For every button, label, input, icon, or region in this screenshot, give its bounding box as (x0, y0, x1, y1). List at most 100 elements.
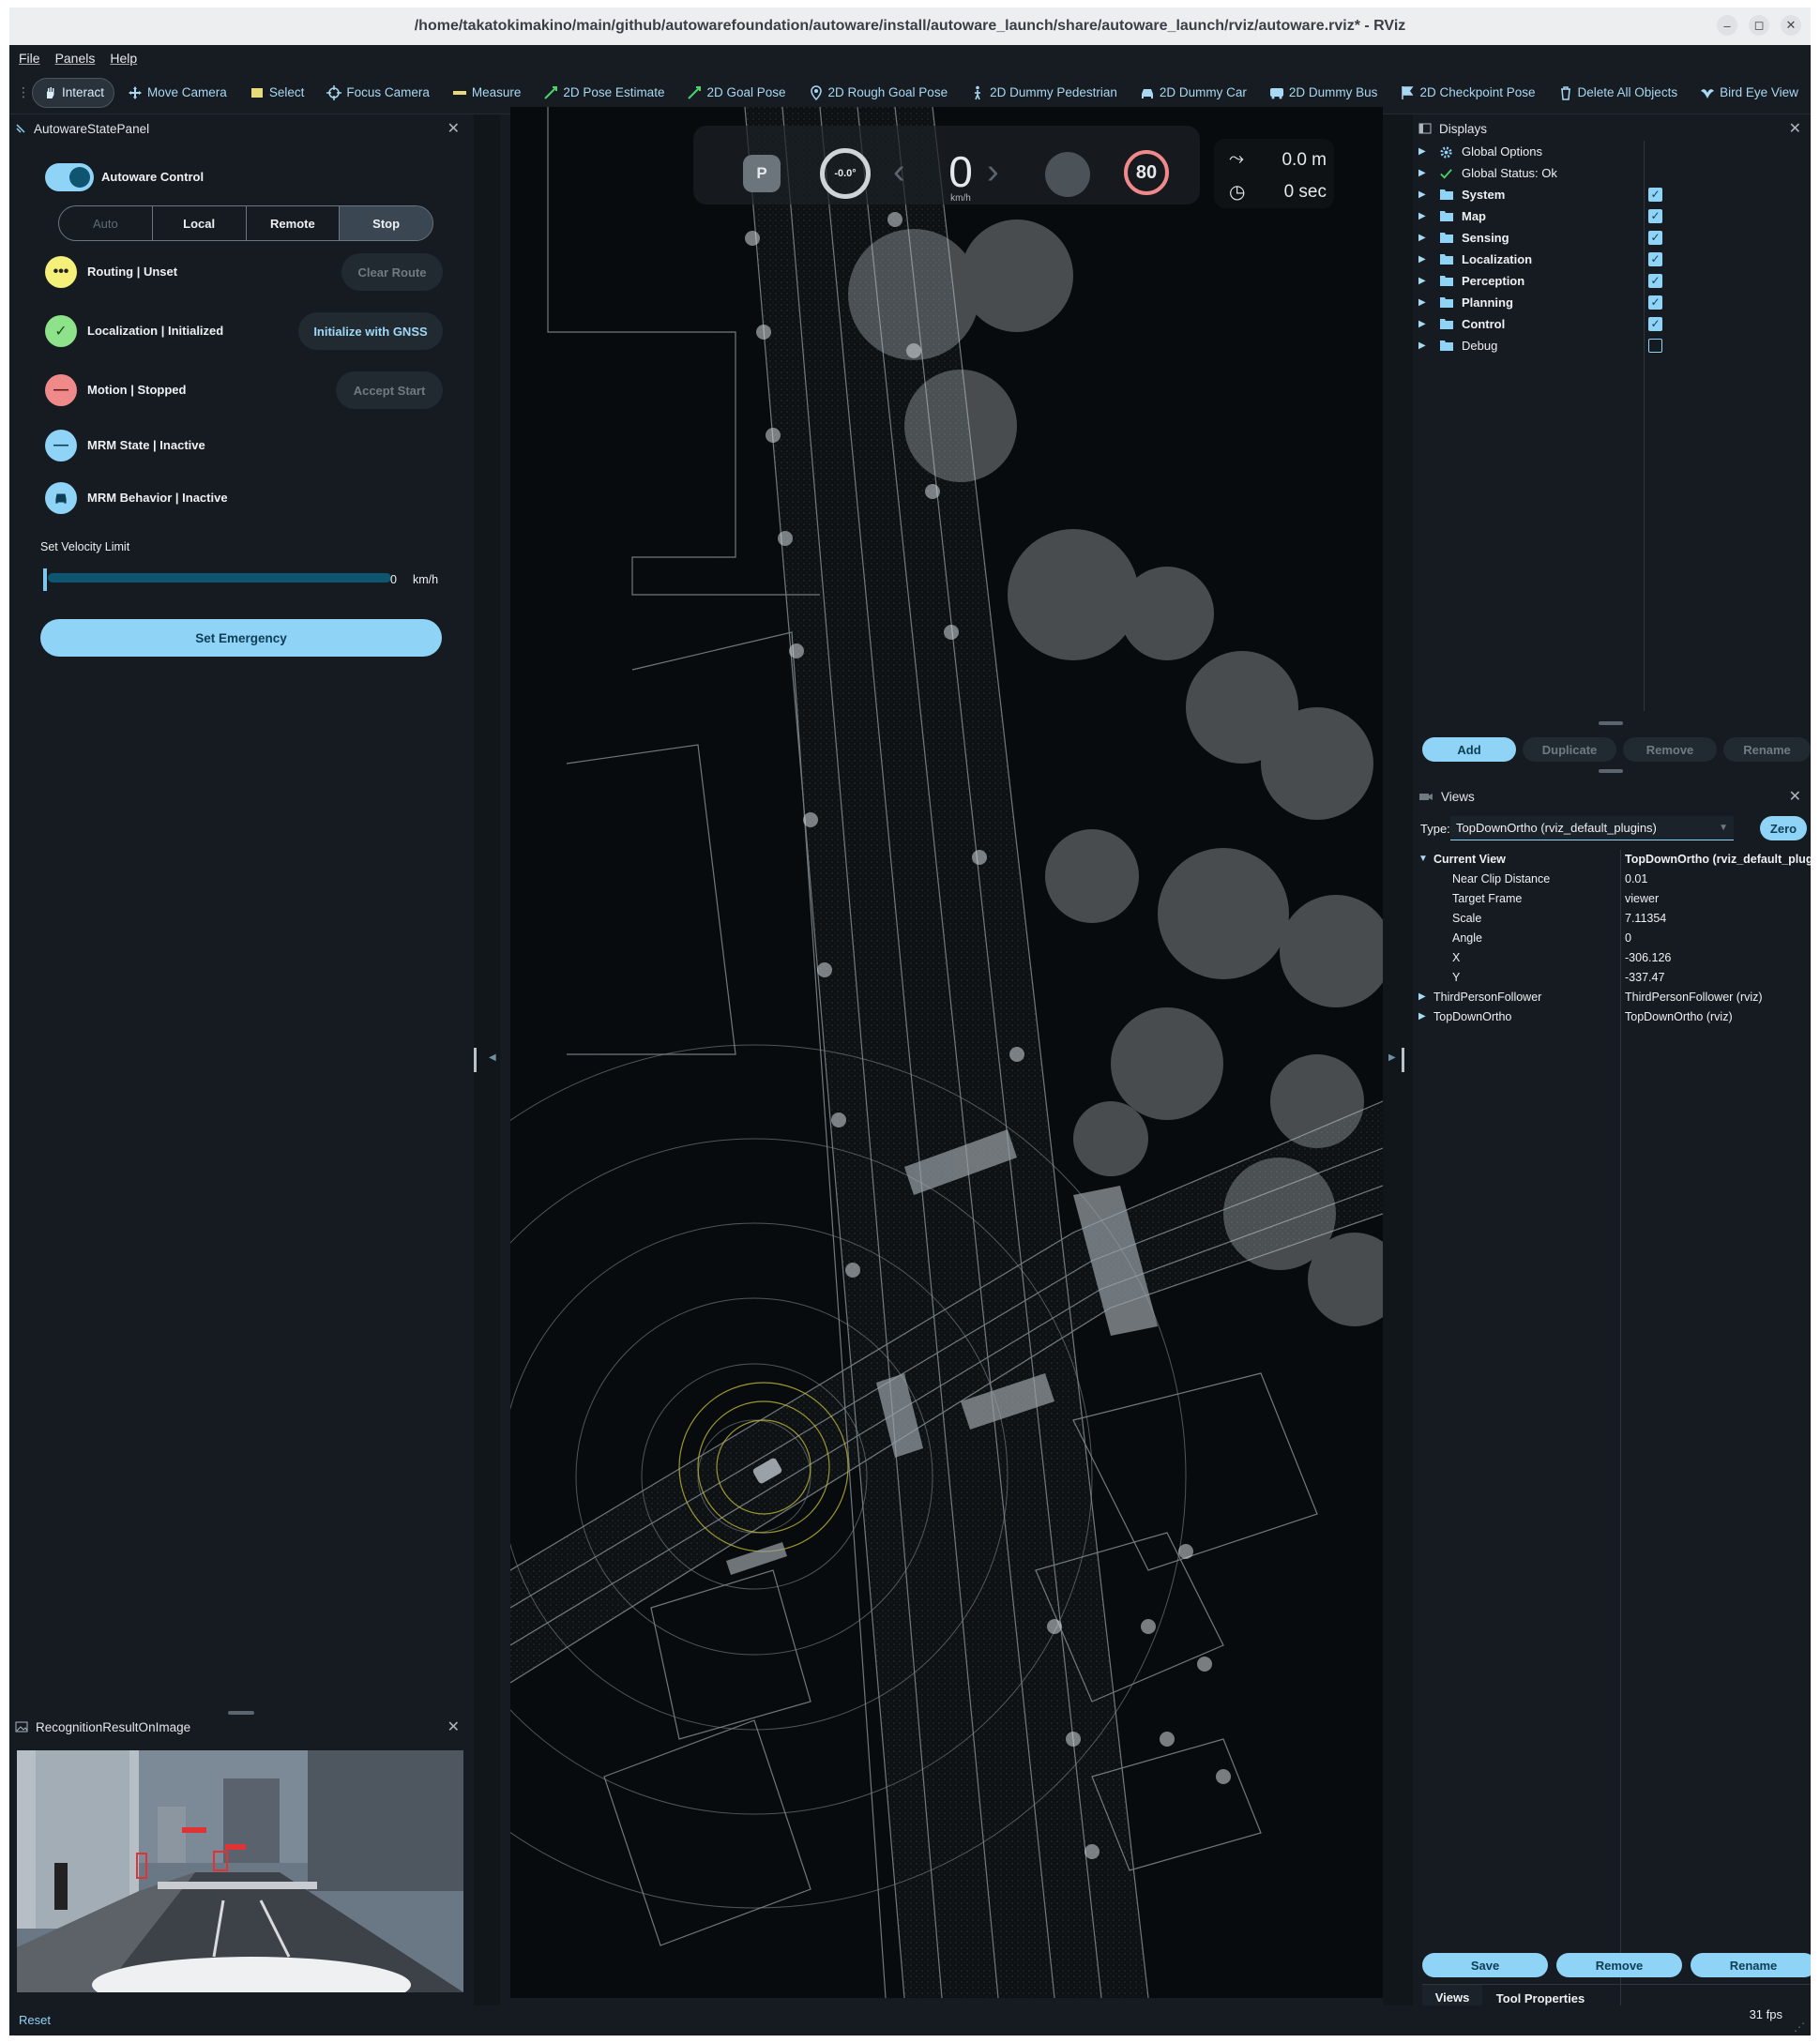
display-item-map[interactable]: ▶ Map ✓ (1413, 205, 1811, 226)
tool-2d-rough-goal-pose[interactable]: 2D Rough Goal Pose (799, 78, 958, 108)
close-icon[interactable]: ✕ (447, 1718, 460, 1736)
tool-2d-dummy-bus[interactable]: 2D Dummy Bus (1260, 78, 1388, 108)
menu-panels[interactable]: Panels (55, 51, 96, 66)
view-prop-value[interactable]: viewer (1625, 892, 1659, 905)
close-button[interactable]: ✕ (1781, 15, 1801, 36)
splitter-grip[interactable] (1402, 1048, 1404, 1072)
reset-button[interactable]: Reset (19, 2013, 51, 2027)
display-item-system[interactable]: ▶ System ✓ (1413, 184, 1811, 204)
display-checkbox[interactable]: ✓ (1648, 187, 1662, 202)
expand-arrow-icon[interactable]: ▶ (1418, 991, 1426, 1002)
display-item-sensing[interactable]: ▶ Sensing ✓ (1413, 227, 1811, 248)
tool-interact[interactable]: Interact (32, 77, 115, 108)
display-checkbox[interactable]: ✓ (1648, 295, 1662, 310)
expand-arrow-icon[interactable]: ▶ (1418, 276, 1426, 286)
maximize-button[interactable]: ◻ (1749, 15, 1769, 36)
initialize-gnss-button[interactable]: Initialize with GNSS (298, 312, 443, 350)
expand-arrow-icon[interactable]: ▶ (1418, 254, 1426, 265)
expand-arrow-icon[interactable]: ▶ (1418, 189, 1426, 200)
view-prop-value[interactable]: 7.11354 (1625, 912, 1666, 925)
autoware-control-toggle[interactable] (45, 163, 94, 191)
mode-stop-button[interactable]: Stop (340, 206, 432, 240)
tool-2d-goal-pose[interactable]: 2D Goal Pose (677, 78, 795, 108)
expand-arrow-icon[interactable]: ▶ (1418, 319, 1426, 329)
dock-splitter-handle[interactable] (1599, 769, 1623, 773)
duplicate-display-button[interactable]: Duplicate (1523, 737, 1616, 762)
display-item-planning[interactable]: ▶ Planning ✓ (1413, 292, 1811, 312)
remove-display-button[interactable]: Remove (1623, 737, 1717, 762)
display-checkbox[interactable]: ✓ (1648, 208, 1662, 223)
display-item-debug[interactable]: ▶ Debug (1413, 335, 1811, 356)
close-icon[interactable]: ✕ (447, 119, 460, 138)
expand-arrow-icon[interactable]: ▶ (1418, 297, 1426, 308)
splitter-grip[interactable] (474, 1048, 477, 1072)
view-prop-value[interactable]: 0 (1625, 931, 1631, 945)
save-view-button[interactable]: Save (1422, 1953, 1548, 1977)
view-prop-value[interactable]: -306.126 (1625, 951, 1671, 964)
tool-select[interactable]: Select (240, 78, 314, 108)
saved-view-name[interactable]: ThirdPersonFollower (1433, 991, 1541, 1004)
resize-grip-icon[interactable]: ⋰ (1794, 2020, 1805, 2034)
collapse-right-icon[interactable]: ▶ (1388, 1052, 1396, 1063)
saved-view-name[interactable]: TopDownOrtho (1433, 1010, 1511, 1023)
velocity-slider-handle[interactable] (43, 568, 47, 591)
expand-arrow-icon[interactable]: ▶ (1418, 233, 1426, 243)
tool-2d-dummy-car[interactable]: 2D Dummy Car (1130, 78, 1256, 108)
display-checkbox[interactable]: ✓ (1648, 273, 1662, 288)
display-checkbox[interactable] (1648, 338, 1662, 353)
remove-view-button[interactable]: Remove (1556, 1953, 1682, 1977)
mode-remote-button[interactable]: Remote (247, 206, 341, 240)
rename-display-button[interactable]: Rename (1723, 737, 1811, 762)
tool-bird-eye-view[interactable]: Bird Eye View (1691, 78, 1808, 108)
menu-help[interactable]: Help (110, 51, 137, 66)
render-viewport[interactable]: P -0.0° ‹ › 0 km/h 80 ⤳ ◷ 0.0 m 0 sec (510, 107, 1383, 1998)
toolbar-grip-icon[interactable]: ⋮ (17, 84, 30, 100)
expand-arrow-icon[interactable]: ▶ (1418, 168, 1426, 178)
display-checkbox[interactable]: ✓ (1648, 230, 1662, 245)
close-icon[interactable]: ✕ (1789, 119, 1801, 138)
views-title: Views (1441, 789, 1475, 804)
collapse-left-icon[interactable]: ◀ (489, 1052, 496, 1063)
view-prop-value[interactable]: 0.01 (1625, 872, 1647, 885)
display-item-global-status-ok[interactable]: ▶ Global Status: Ok (1413, 162, 1811, 183)
mode-auto-button[interactable]: Auto (59, 206, 153, 240)
rename-view-button[interactable]: Rename (1691, 1953, 1811, 1977)
add-display-button[interactable]: Add (1422, 737, 1516, 762)
expand-arrow-icon[interactable]: ▶ (1418, 340, 1426, 351)
display-item-perception[interactable]: ▶ Perception ✓ (1413, 270, 1811, 291)
right-splitter[interactable]: ▶ (1383, 114, 1413, 2005)
menu-file[interactable]: File (19, 51, 40, 66)
display-checkbox[interactable]: ✓ (1648, 316, 1662, 331)
expand-arrow-icon[interactable]: ▶ (1418, 211, 1426, 221)
tool-focus-camera[interactable]: Focus Camera (317, 78, 439, 108)
menu-bar: File Panels Help (9, 45, 1811, 71)
expand-arrow-icon[interactable]: ▶ (1418, 146, 1426, 157)
accept-start-button[interactable]: Accept Start (336, 371, 443, 409)
expand-arrow-icon[interactable]: ▶ (1418, 1011, 1426, 1022)
mode-local-button[interactable]: Local (153, 206, 247, 240)
display-item-control[interactable]: ▶ Control ✓ (1413, 313, 1811, 334)
tool-2d-pose-estimate[interactable]: 2D Pose Estimate (534, 78, 674, 108)
dock-splitter-handle[interactable] (1599, 721, 1623, 725)
displays-header: Displays ✕ (1413, 118, 1811, 139)
set-emergency-button[interactable]: Set Emergency (40, 619, 442, 657)
clear-route-button[interactable]: Clear Route (341, 253, 443, 291)
velocity-slider-track[interactable] (48, 573, 391, 583)
display-checkbox[interactable]: ✓ (1648, 251, 1662, 266)
close-icon[interactable]: ✕ (1789, 787, 1801, 806)
expanded-arrow-icon[interactable]: ▼ (1418, 854, 1428, 864)
tool-delete-all-objects[interactable]: Delete All Objects (1549, 78, 1688, 108)
zero-button[interactable]: Zero (1760, 816, 1807, 840)
view-prop-value[interactable]: -337.47 (1625, 971, 1664, 984)
folder-icon (1439, 232, 1454, 244)
minimize-button[interactable]: – (1717, 15, 1737, 36)
tool-move-camera[interactable]: Move Camera (118, 78, 236, 108)
left-splitter[interactable]: ◀ (474, 114, 500, 2005)
tool-2d-checkpoint-pose[interactable]: 2D Checkpoint Pose (1390, 78, 1544, 108)
tool-2d-dummy-pedestrian[interactable]: 2D Dummy Pedestrian (961, 78, 1127, 108)
tool-measure[interactable]: Measure (443, 78, 531, 108)
display-item-global-options[interactable]: ▶ Global Options (1413, 141, 1811, 161)
display-item-localization[interactable]: ▶ Localization ✓ (1413, 249, 1811, 269)
remaining-distance: 0.0 m (1282, 150, 1327, 170)
view-type-select[interactable]: TopDownOrtho (rviz_default_plugins) ▼ (1450, 816, 1734, 840)
